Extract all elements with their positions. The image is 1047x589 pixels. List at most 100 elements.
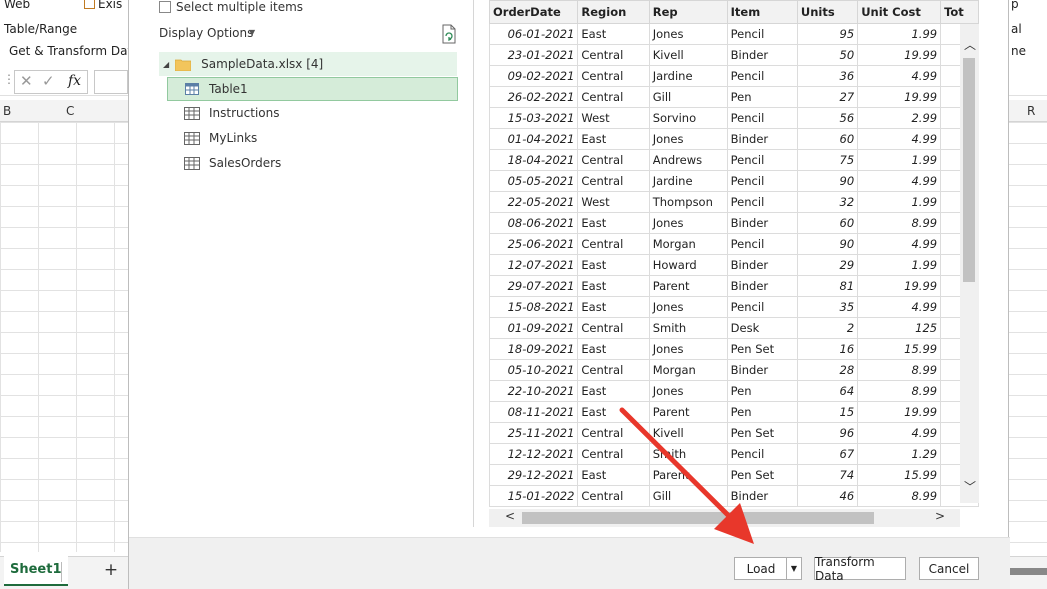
cancel-button[interactable]: Cancel — [919, 557, 979, 580]
table-cell: 56 — [796, 107, 859, 129]
table-cell: East — [577, 254, 650, 276]
table-cell: East — [577, 128, 650, 150]
table-cell: East — [577, 464, 650, 486]
tree-item-label: SalesOrders — [209, 156, 282, 170]
table-cell: Jones — [648, 338, 728, 360]
table-cell: 22-10-2021 — [489, 380, 579, 402]
column-header[interactable]: Tot — [940, 0, 979, 24]
table-cell: Pen Set — [726, 422, 798, 444]
table-cell: Pencil — [726, 149, 798, 171]
confirm-entry-icon[interactable]: ✓ — [42, 72, 55, 90]
table-cell: 32 — [796, 191, 859, 213]
column-header[interactable]: OrderDate — [489, 0, 579, 24]
table-cell: Binder — [726, 44, 798, 66]
refresh-icon[interactable] — [440, 24, 458, 44]
table-cell: Binder — [726, 212, 798, 234]
ribbon-from-web[interactable]: Web — [4, 0, 30, 11]
table-cell: 29-07-2021 — [489, 275, 579, 297]
formula-input[interactable] — [94, 70, 128, 94]
display-options-dropdown[interactable]: Display Options — [159, 26, 253, 40]
column-header[interactable]: Rep — [648, 0, 728, 24]
select-multiple-label[interactable]: Select multiple items — [176, 0, 303, 14]
collapse-triangle-icon[interactable]: ◢ — [163, 60, 169, 69]
table-cell: 15.99 — [857, 464, 942, 486]
column-header[interactable]: Units — [796, 0, 859, 24]
table-cell: West — [577, 191, 650, 213]
table-cell: 01-09-2021 — [489, 317, 579, 339]
table-cell: Central — [577, 149, 650, 171]
horizontal-scrollbar-excel[interactable] — [1009, 568, 1047, 575]
cancel-entry-icon[interactable]: ✕ — [20, 72, 33, 90]
table-header-row: OrderDate Region Rep Item Units Unit Cos… — [489, 0, 979, 24]
folder-label: SampleData.xlsx [4] — [201, 57, 324, 71]
caret-down-icon[interactable]: ▼ — [249, 28, 255, 37]
table-cell: Jones — [648, 23, 728, 45]
load-button[interactable]: Load — [734, 557, 787, 580]
table-cell: Pencil — [726, 107, 798, 129]
sheet-tab-sheet1[interactable]: Sheet1 — [4, 556, 68, 586]
table-cell: 18-04-2021 — [489, 149, 579, 171]
add-sheet-button[interactable]: + — [102, 560, 120, 582]
column-header-r[interactable]: R — [1027, 104, 1035, 118]
table-cell: 23-01-2021 — [489, 44, 579, 66]
select-multiple-checkbox[interactable] — [159, 1, 171, 13]
table-cell: Binder — [726, 485, 798, 507]
table-cell: East — [577, 23, 650, 45]
scroll-down-icon[interactable]: ﹀ — [964, 478, 976, 495]
column-header[interactable]: Item — [726, 0, 798, 24]
table-body: 06-01-2021 East Jones Pencil 95 1.99 23-01-202… — [489, 23, 979, 507]
table-row: 05-05-2021 Central Jardine Pencil 90 4.99 — [489, 170, 979, 192]
ribbon-existing-connections[interactable]: Exis — [84, 0, 122, 11]
table-cell: 90 — [796, 233, 859, 255]
table-cell: 12-12-2021 — [489, 443, 579, 465]
table-cell: Central — [577, 44, 650, 66]
cell-grid-left[interactable] — [0, 122, 128, 552]
table-cell: 15-01-2022 — [489, 485, 579, 507]
column-header[interactable]: Unit Cost — [857, 0, 942, 24]
pane-divider[interactable] — [473, 0, 474, 527]
table-cell: Central — [577, 422, 650, 444]
table-cell: 06-01-2021 — [489, 23, 579, 45]
table-cell: 4.99 — [857, 296, 942, 318]
horizontal-scroll-thumb[interactable] — [522, 512, 874, 524]
tree-item-mylinks[interactable]: MyLinks — [167, 126, 257, 150]
insert-function-icon[interactable]: fx — [68, 73, 81, 89]
table-cell: Pen — [726, 380, 798, 402]
table-cell: Pen — [726, 86, 798, 108]
table-row: 01-04-2021 East Jones Binder 60 4.99 — [489, 128, 979, 150]
tree-folder-sampledata[interactable]: ◢ SampleData.xlsx [4] — [159, 52, 457, 76]
ribbon-group-label: Get & Transform Data — [9, 44, 140, 58]
table-cell: 12-07-2021 — [489, 254, 579, 276]
table-cell: 18-09-2021 — [489, 338, 579, 360]
preview-pane: OrderDate Region Rep Item Units Unit Cos… — [489, 0, 979, 527]
table-row: 12-07-2021 East Howard Binder 29 1.99 — [489, 254, 979, 276]
table-cell: East — [577, 296, 650, 318]
cell-grid-right[interactable] — [1009, 122, 1047, 552]
table-cell: Pencil — [726, 443, 798, 465]
table-row: 29-07-2021 East Parent Binder 81 19.99 — [489, 275, 979, 297]
table-cell: 25-06-2021 — [489, 233, 579, 255]
tree-item-instructions[interactable]: Instructions — [167, 101, 279, 125]
scroll-right-icon[interactable]: > — [935, 509, 945, 523]
ribbon-table-range[interactable]: Table/Range — [4, 22, 77, 36]
transform-data-button[interactable]: Transform Data — [814, 555, 906, 583]
vertical-scroll-thumb[interactable] — [963, 58, 975, 282]
column-header[interactable]: Region — [577, 0, 650, 24]
tree-item-label: Instructions — [209, 106, 280, 120]
table-cell: 01-04-2021 — [489, 128, 579, 150]
tree-item-table1[interactable]: Table1 — [167, 77, 458, 101]
table-row: 25-11-2021 Central Kivell Pen Set 96 4.99 — [489, 422, 979, 444]
scroll-up-icon[interactable]: ︿ — [964, 36, 976, 53]
ribbon-right-item-2[interactable]: al — [1011, 22, 1022, 36]
tree-item-salesorders[interactable]: SalesOrders — [167, 151, 281, 175]
caret-down-icon: ▼ — [790, 564, 798, 573]
ribbon-right-item-1[interactable]: p — [1011, 0, 1019, 11]
column-header-b[interactable]: B — [3, 104, 11, 118]
load-dropdown-button[interactable]: ▼ — [786, 557, 802, 580]
table-icon — [185, 83, 199, 95]
table-row: 15-08-2021 East Jones Pencil 35 4.99 — [489, 296, 979, 318]
existing-connections-icon — [84, 0, 95, 9]
table-cell: West — [577, 107, 650, 129]
column-header-c[interactable]: C — [66, 104, 74, 118]
scroll-left-icon[interactable]: < — [505, 509, 515, 523]
